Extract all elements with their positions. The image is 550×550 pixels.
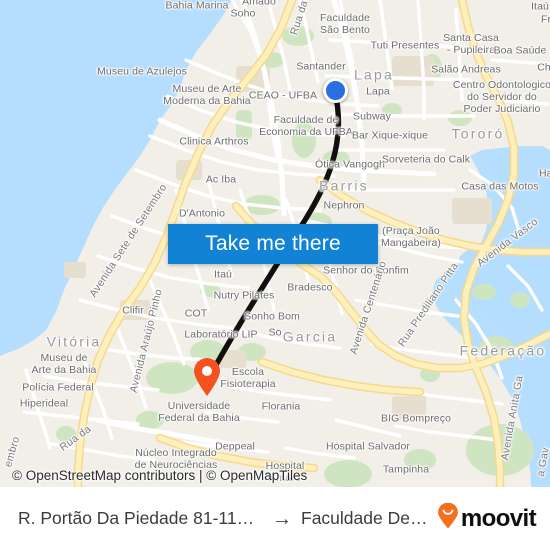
moovit-pin-icon — [437, 502, 459, 534]
moovit-route-map-screen: Bahia Marina Soho Amado Rua da Faculdade São … — [0, 0, 550, 550]
route-bottom-bar: R. Portão Da Piedade 81-113 - Doi… → Fac… — [0, 487, 550, 550]
origin-address-label: R. Portão Da Piedade 81-113 - Doi… — [18, 508, 263, 528]
destination-pin-marker[interactable] — [192, 357, 222, 397]
origin-dot-marker[interactable] — [322, 77, 348, 103]
moovit-logo[interactable]: moovit — [437, 502, 537, 534]
arrow-right-icon: → — [272, 507, 292, 530]
route-summary[interactable]: R. Portão Da Piedade 81-113 - Doi… → Fac… — [18, 508, 437, 529]
map-canvas[interactable]: Bahia Marina Soho Amado Rua da Faculdade São … — [0, 0, 550, 487]
destination-address-label: Faculdade De… — [301, 508, 428, 528]
moovit-wordmark: moovit — [460, 504, 537, 532]
take-me-there-button[interactable]: Take me there — [168, 224, 378, 264]
